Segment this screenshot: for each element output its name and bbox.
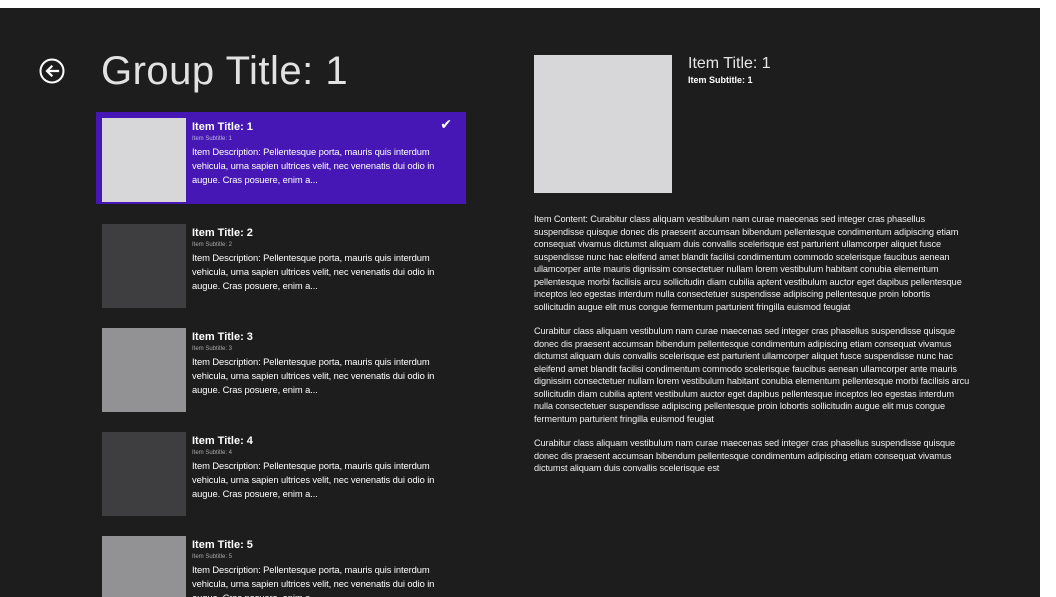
item-description: Item Description: Pellentesque porta, ma… xyxy=(192,564,435,597)
back-button[interactable] xyxy=(39,58,65,84)
item-description: Item Description: Pellentesque porta, ma… xyxy=(192,252,435,291)
item-subtitle: Item Subtitle: 4 xyxy=(192,450,233,456)
app-window: Group Title: 1 Item Title: 1 Item Subtit… xyxy=(0,8,1040,597)
detail-paragraph: Curabitur class aliquam vestibulum nam c… xyxy=(534,326,970,424)
item-title: Item Title: 2 xyxy=(192,227,253,239)
detail-title: Item Title: 1 xyxy=(688,55,771,72)
item-thumbnail xyxy=(102,432,186,516)
detail-content: Item Content: Curabitur class aliquam ve… xyxy=(534,213,972,487)
item-subtitle: Item Subtitle: 5 xyxy=(192,554,233,560)
item-thumbnail xyxy=(102,118,186,202)
item-text: Item Title: 1 Item Subtitle: 1 Item Desc… xyxy=(192,120,457,187)
item-title: Item Title: 5 xyxy=(192,539,253,551)
list-item[interactable]: Item Title: 1 Item Subtitle: 1 Item Desc… xyxy=(96,112,466,204)
list-item[interactable]: Item Title: 5 Item Subtitle: 5 Item Desc… xyxy=(96,530,466,597)
item-text: Item Title: 5 Item Subtitle: 5 Item Desc… xyxy=(192,538,457,597)
item-thumbnail xyxy=(102,536,186,597)
detail-image xyxy=(534,55,672,193)
detail-paragraph: Curabitur class aliquam vestibulum nam c… xyxy=(534,438,956,473)
detail-subtitle: Item Subtitle: 1 xyxy=(688,75,753,85)
item-thumbnail xyxy=(102,224,186,308)
checkmark-icon: ✔ xyxy=(440,116,452,132)
item-text: Item Title: 2 Item Subtitle: 2 Item Desc… xyxy=(192,226,457,293)
item-title: Item Title: 1 xyxy=(192,121,253,133)
page-title: Group Title: 1 xyxy=(101,49,349,93)
item-subtitle: Item Subtitle: 2 xyxy=(192,242,233,248)
detail-paragraph: Item Content: Curabitur class aliquam ve… xyxy=(534,214,962,312)
item-thumbnail xyxy=(102,328,186,412)
item-subtitle: Item Subtitle: 3 xyxy=(192,346,233,352)
list-item[interactable]: Item Title: 4 Item Subtitle: 4 Item Desc… xyxy=(96,426,466,518)
item-title: Item Title: 4 xyxy=(192,435,253,447)
list-item[interactable]: Item Title: 2 Item Subtitle: 2 Item Desc… xyxy=(96,218,466,310)
item-title: Item Title: 3 xyxy=(192,331,253,343)
item-description: Item Description: Pellentesque porta, ma… xyxy=(192,146,435,185)
back-arrow-icon xyxy=(45,64,60,78)
item-subtitle: Item Subtitle: 1 xyxy=(192,136,233,142)
item-description: Item Description: Pellentesque porta, ma… xyxy=(192,356,435,395)
item-description: Item Description: Pellentesque porta, ma… xyxy=(192,460,435,499)
item-text: Item Title: 3 Item Subtitle: 3 Item Desc… xyxy=(192,330,457,397)
item-text: Item Title: 4 Item Subtitle: 4 Item Desc… xyxy=(192,434,457,501)
list-item[interactable]: Item Title: 3 Item Subtitle: 3 Item Desc… xyxy=(96,322,466,414)
